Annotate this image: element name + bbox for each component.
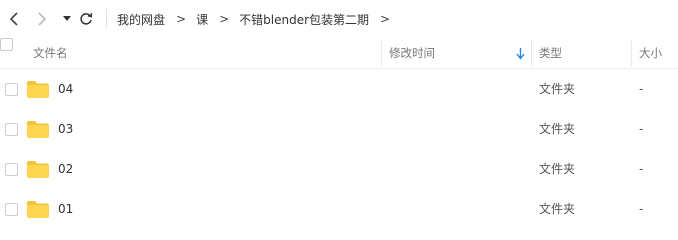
file-type: 文件夹 (539, 162, 576, 176)
file-name[interactable]: 03 (58, 121, 73, 137)
table-row[interactable]: 02 文件夹 - (0, 149, 678, 189)
breadcrumb-separator: > (219, 12, 230, 26)
file-type: 文件夹 (539, 122, 576, 136)
refresh-icon (80, 13, 93, 25)
caret-down-icon (63, 16, 71, 21)
file-name[interactable]: 02 (58, 161, 73, 177)
column-header-size[interactable]: 大小 (639, 38, 662, 68)
file-size: - (639, 202, 644, 216)
history-dropdown-button[interactable] (58, 10, 76, 28)
folder-icon (27, 121, 49, 138)
folder-icon (27, 161, 49, 178)
breadcrumb-item-my-drive[interactable]: 我的网盘 (117, 11, 165, 28)
chevron-left-icon (9, 12, 18, 26)
row-checkbox[interactable] (5, 163, 18, 176)
breadcrumb-separator[interactable]: > (380, 12, 390, 26)
breadcrumb-item-current-folder[interactable]: 不错blender包装第二期 (239, 11, 369, 28)
column-header-modified[interactable]: 修改时间 (389, 38, 435, 68)
file-size: - (639, 162, 644, 176)
file-name[interactable]: 04 (58, 81, 73, 97)
file-table: 文件名 修改时间 类型 大小 04 文件夹 - 03 文件夹 - 02 文件夹 … (0, 38, 678, 229)
table-row[interactable]: 04 文件夹 - (0, 69, 678, 109)
chevron-right-icon (38, 12, 47, 26)
back-button[interactable] (5, 10, 23, 28)
file-name[interactable]: 01 (58, 201, 73, 217)
table-row[interactable]: 03 文件夹 - (0, 109, 678, 149)
row-checkbox[interactable] (5, 203, 18, 216)
toolbar-divider (106, 9, 107, 29)
folder-icon (27, 81, 49, 98)
file-size: - (639, 122, 644, 136)
sort-down-icon[interactable] (516, 48, 525, 60)
file-type: 文件夹 (539, 202, 576, 216)
breadcrumb: 我的网盘 > 课 > 不错blender包装第二期 > (117, 11, 400, 27)
column-divider[interactable] (531, 40, 532, 66)
forward-button[interactable] (33, 10, 51, 28)
folder-icon (27, 201, 49, 218)
file-type: 文件夹 (539, 82, 576, 96)
breadcrumb-separator: > (176, 12, 187, 26)
table-header: 文件名 修改时间 类型 大小 (0, 38, 678, 69)
file-size: - (639, 82, 644, 96)
refresh-button[interactable] (77, 10, 95, 28)
breadcrumb-item-course[interactable]: 课 (196, 11, 208, 28)
column-divider[interactable] (381, 40, 382, 66)
toolbar: 我的网盘 > 课 > 不错blender包装第二期 > (0, 0, 678, 38)
select-all-checkbox[interactable] (0, 38, 13, 51)
table-row[interactable]: 01 文件夹 - (0, 189, 678, 229)
row-checkbox[interactable] (5, 123, 18, 136)
column-divider[interactable] (631, 40, 632, 66)
column-header-type[interactable]: 类型 (539, 38, 562, 68)
column-header-name[interactable]: 文件名 (33, 38, 68, 68)
row-checkbox[interactable] (5, 83, 18, 96)
